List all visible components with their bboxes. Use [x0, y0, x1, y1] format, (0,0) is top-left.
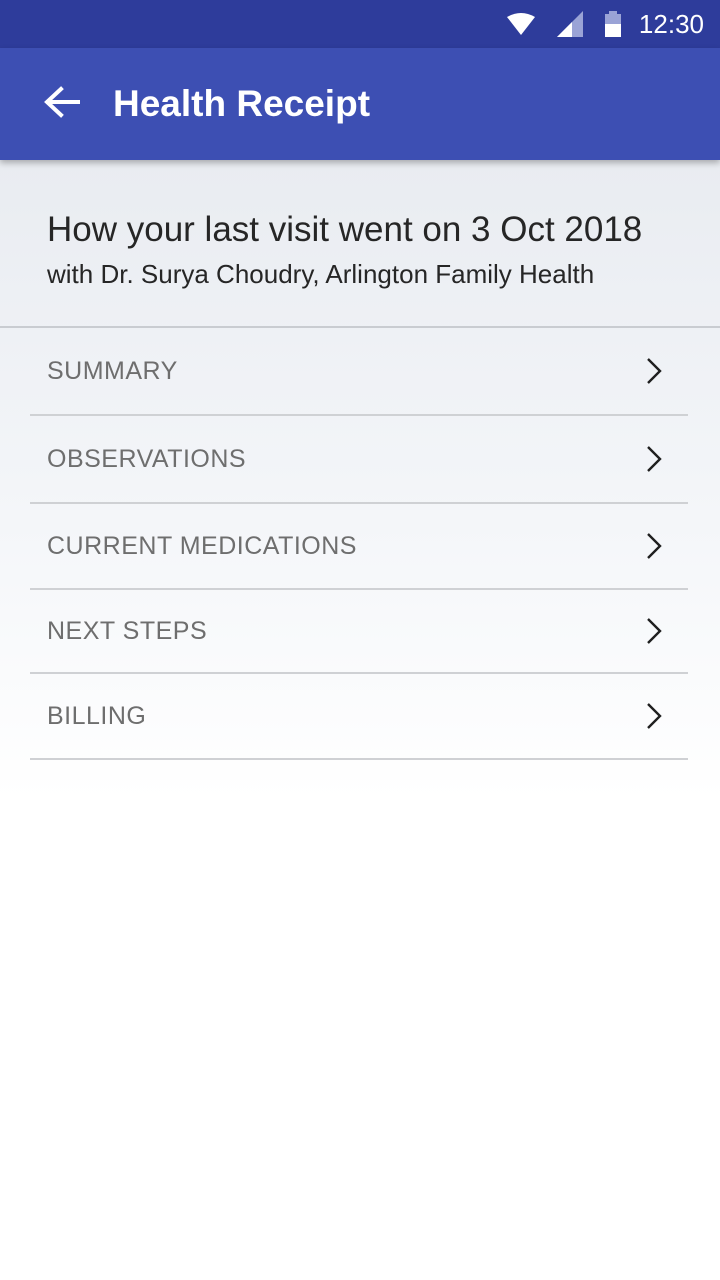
menu-item-label: CURRENT MEDICATIONS [47, 531, 357, 560]
status-time: 12:30 [638, 8, 704, 39]
main-content: How your last visit went on 3 Oct 2018 w… [0, 160, 720, 1280]
chevron-right-icon [644, 701, 664, 731]
menu-item-label: NEXT STEPS [47, 616, 208, 645]
menu-item-label: SUMMARY [47, 356, 178, 385]
menu-item-billing[interactable]: BILLING [30, 674, 688, 760]
chevron-right-icon [644, 531, 664, 561]
page-title: Health Receipt [113, 83, 371, 124]
chevron-right-icon [644, 356, 664, 386]
menu-item-label: OBSERVATIONS [47, 444, 247, 473]
menu-item-label: BILLING [47, 701, 147, 730]
chevron-right-icon [644, 616, 664, 646]
visit-title: How your last visit went on 3 Oct 2018 [47, 210, 643, 249]
back-button[interactable] [30, 72, 94, 136]
menu-item-next-steps[interactable]: NEXT STEPS [30, 590, 688, 674]
arrow-back-icon [44, 85, 80, 123]
cell-signal-icon [556, 11, 583, 37]
app-bar: Health Receipt [0, 48, 720, 160]
receipt-section-list: SUMMARY OBSERVATIONS CURRENT MEDICATIONS… [30, 328, 688, 760]
status-icons: 12:30 [485, 0, 704, 48]
menu-item-summary[interactable]: SUMMARY [30, 328, 688, 416]
chevron-right-icon [644, 444, 664, 474]
visit-subtitle: with Dr. Surya Choudry, Arlington Family… [47, 259, 595, 289]
visit-header: How your last visit went on 3 Oct 2018 w… [0, 160, 720, 328]
status-bar: 12:30 [0, 0, 720, 48]
menu-item-current-medications[interactable]: CURRENT MEDICATIONS [30, 504, 688, 590]
wifi-icon [506, 13, 535, 35]
battery-icon [604, 11, 621, 37]
menu-item-observations[interactable]: OBSERVATIONS [30, 416, 688, 504]
